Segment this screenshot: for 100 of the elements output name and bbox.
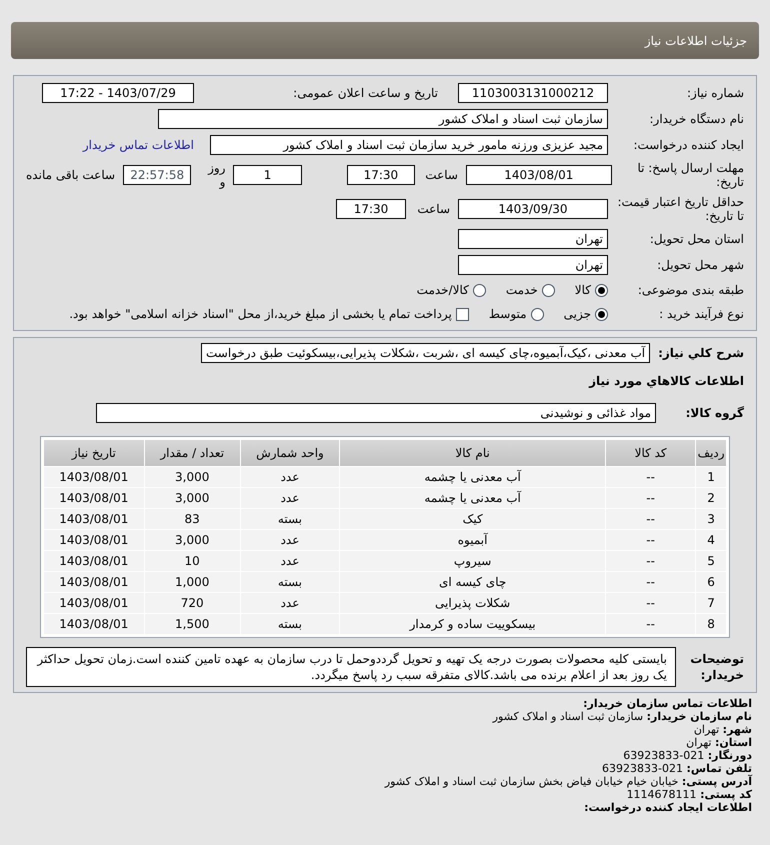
table-cell: 1403/08/01 bbox=[44, 509, 144, 529]
table-cell: عدد bbox=[240, 551, 340, 571]
field-label: شماره نیاز: bbox=[686, 86, 744, 100]
table-cell: بیسکوییت ساده و کرمدار bbox=[340, 614, 606, 634]
field-label: ساعت bbox=[416, 202, 450, 216]
field-label: گروه کالا: bbox=[684, 406, 744, 420]
field-value: تهران bbox=[458, 255, 608, 275]
column-header: تعداد / مقدار bbox=[144, 440, 240, 466]
field-label: تاریخ و ساعت اعلان عمومی: bbox=[292, 86, 439, 100]
field-label: نوع فرآیند خرید : bbox=[658, 307, 744, 321]
table-cell: بسته bbox=[240, 509, 340, 529]
table-cell: 3,000 bbox=[144, 488, 240, 508]
checkbox-label: پرداخت تمام یا بخشی از مبلغ خرید،از محل "اسناد خزانه اسلامی" خواهد بود. bbox=[69, 306, 452, 323]
field-label: مهلت ارسال پاسخ: تا تاریخ: bbox=[636, 161, 744, 189]
table-cell: کیک bbox=[340, 509, 606, 529]
contact-line: شهر: تهران bbox=[692, 723, 752, 736]
table-cell: 1,000 bbox=[144, 572, 240, 592]
column-header: ردیف bbox=[696, 440, 726, 466]
radio-button[interactable] bbox=[472, 284, 486, 296]
column-header: کد کالا bbox=[606, 440, 696, 466]
column-header: واحد شمارش bbox=[240, 440, 340, 466]
table-cell: سیروپ bbox=[340, 551, 606, 571]
field-label: شرح کلي نياز: bbox=[658, 346, 744, 360]
radio-button[interactable] bbox=[530, 308, 544, 320]
radio-button[interactable] bbox=[542, 284, 555, 296]
table-cell: آب معدنی یا چشمه bbox=[340, 467, 606, 487]
table-cell: 1403/08/01 bbox=[44, 530, 144, 550]
table-cell: -- bbox=[606, 467, 696, 487]
field-label: نام دستگاه خریدار: bbox=[648, 112, 744, 126]
table-cell: 5 bbox=[696, 551, 726, 571]
table-cell: آب معدنی یا چشمه bbox=[340, 488, 606, 508]
contact-line: استان: تهران bbox=[685, 736, 752, 749]
table-cell: شکلات پذیرایی bbox=[340, 593, 606, 613]
radio-label: کالا bbox=[574, 282, 591, 299]
radio-label: جزیی bbox=[564, 306, 591, 323]
buyer-notes: بایستی کلیه محصولات بصورت درجه یک تهیه و تحویل گرددوحمل تا درب سازمان به عهده تامین کننده است.زمان تحویل حداکثر یک روز بعد از اعلام برنده می باشد.کالای متفرقه سبب رد پاسخ میگردد. bbox=[26, 647, 676, 687]
table-cell: -- bbox=[606, 551, 696, 571]
table-cell: 1403/08/01 bbox=[44, 614, 144, 634]
field-value: 1 bbox=[233, 165, 302, 185]
table-cell: -- bbox=[606, 572, 696, 592]
contact-line: آدرس پستی: خیابان خیام خیابان فیاض بخش سازمان ثبت اسناد و املاک کشور bbox=[383, 775, 752, 788]
table-cell: عدد bbox=[240, 530, 340, 550]
table-cell: 1,500 bbox=[144, 614, 240, 634]
table-cell: بسته bbox=[240, 614, 340, 634]
table-cell: 83 bbox=[144, 509, 240, 529]
table-cell: -- bbox=[606, 488, 696, 508]
radio-label: متوسط bbox=[488, 306, 527, 323]
field-label: شهر محل تحویل: bbox=[656, 258, 744, 272]
field-value: آب معدنی ،کیک،آبمیوه،چای کیسه ای ،شربت ،شکلات پذیرایی،بیسکوئیت طبق درخواست bbox=[201, 343, 650, 363]
creator-info-title: اطلاعات ایجاد کننده درخواست: bbox=[583, 801, 752, 814]
field-label: طبقه بندی موضوعی: bbox=[636, 283, 744, 297]
table-cell: -- bbox=[606, 614, 696, 634]
table-cell: 3,000 bbox=[144, 530, 240, 550]
table-cell: 720 bbox=[144, 593, 240, 613]
table-cell: -- bbox=[606, 509, 696, 529]
table-cell: عدد bbox=[240, 593, 340, 613]
table-cell: آبمیوه bbox=[340, 530, 606, 550]
table-cell: 1403/08/01 bbox=[44, 593, 144, 613]
contact-link[interactable]: اطلاعات تماس خریدار bbox=[82, 136, 202, 154]
checkbox[interactable] bbox=[456, 308, 469, 320]
contact-title: اطلاعات تماس سازمان خریدار: bbox=[582, 697, 752, 710]
radio-label: خدمت bbox=[506, 282, 538, 299]
field-value: 1403/08/01 bbox=[466, 165, 612, 185]
field-label: استان محل تحویل: bbox=[648, 232, 744, 246]
table-cell: 3 bbox=[696, 509, 726, 529]
field-value: 1103003131000212 bbox=[458, 83, 608, 103]
field-label: ساعت bbox=[424, 168, 458, 182]
table-cell: 7 bbox=[696, 593, 726, 613]
table-cell: 10 bbox=[144, 551, 240, 571]
field-value: مجید عزیزی ورزنه مامور خرید سازمان ثبت اسناد و املاک کشور bbox=[210, 135, 608, 155]
table-cell: -- bbox=[606, 530, 696, 550]
table-cell: 3,000 bbox=[144, 467, 240, 487]
table-cell: عدد bbox=[240, 488, 340, 508]
column-header: تاریخ نیاز bbox=[44, 440, 144, 466]
table-cell: -- bbox=[606, 593, 696, 613]
field-value: تهران bbox=[458, 229, 608, 249]
table-cell: 1 bbox=[696, 467, 726, 487]
table-cell: عدد bbox=[240, 467, 340, 487]
field-value: 1403/09/30 bbox=[458, 199, 608, 219]
column-header: نام کالا bbox=[340, 440, 606, 466]
table-cell: 1403/08/01 bbox=[44, 467, 144, 487]
table-cell: 8 bbox=[696, 614, 726, 634]
table-cell: چای کیسه ای bbox=[340, 572, 606, 592]
table-cell: 6 bbox=[696, 572, 726, 592]
field-value: 17:30 bbox=[346, 165, 416, 185]
radio-button[interactable] bbox=[595, 308, 608, 320]
table-cell: 2 bbox=[696, 488, 726, 508]
table-cell: 4 bbox=[696, 530, 726, 550]
table-cell: بسته bbox=[240, 572, 340, 592]
field-value: 1403/07/29 - 17:22 bbox=[42, 83, 194, 103]
field-value: مواد غذائی و نوشیدنی bbox=[96, 403, 656, 423]
field-label: ایجاد کننده درخواست: bbox=[632, 138, 744, 152]
field-value: 17:30 bbox=[336, 199, 406, 219]
field-label: توضیحات خریدار: bbox=[689, 651, 744, 683]
remaining-time: 22:57:58 bbox=[123, 165, 192, 185]
page-title: جزئیات اطلاعات نیاز bbox=[644, 32, 747, 50]
radio-button[interactable] bbox=[595, 284, 608, 296]
field-label: ساعت باقی مانده bbox=[26, 168, 116, 182]
radio-label: کالا/خدمت bbox=[416, 282, 469, 299]
table-cell: 1403/08/01 bbox=[44, 551, 144, 571]
